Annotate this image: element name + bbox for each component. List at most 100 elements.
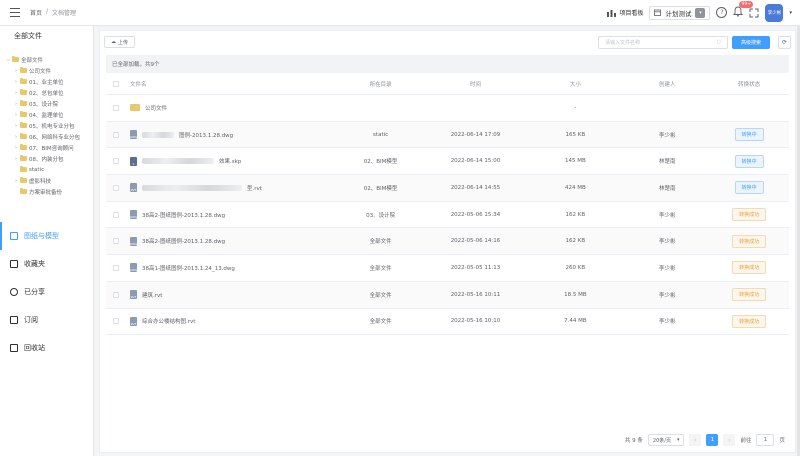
file-name[interactable]: 图例-2013.1.28.dwg <box>179 131 233 139</box>
nav-item-recycle-bin[interactable]: 回收站 <box>0 334 94 362</box>
chevron-right-icon[interactable]: › <box>12 79 20 85</box>
table-row[interactable]: DWG 38高1-图纸图例-2013.1.24_13.dwg 全部文件 2022-… <box>106 255 789 282</box>
tree-item-label: 公司文件 <box>29 68 52 75</box>
row-checkbox[interactable] <box>112 238 119 245</box>
advanced-search-button[interactable]: 高级搜索 <box>732 35 770 49</box>
tree-item-label: 07、BIM咨询顾问 <box>29 145 74 152</box>
project-board-link[interactable]: 项目看板 <box>607 8 643 17</box>
chevron-right-icon[interactable]: › <box>12 112 20 118</box>
plan-select[interactable]: 计划测试 ▾ <box>649 5 711 20</box>
chevron-right-icon[interactable]: › <box>12 156 20 162</box>
search-input[interactable]: 请输入文件名称 ○ <box>598 35 728 49</box>
chevron-right-icon[interactable]: › <box>12 145 20 151</box>
folder-icon <box>20 77 27 84</box>
file-size: - <box>574 104 577 111</box>
table-row[interactable]: DWG 图例-2013.1.28.dwg static 2022-06-14 17… <box>106 121 789 149</box>
chevron-right-icon[interactable]: › <box>12 90 20 96</box>
tree-item-virtual-tech[interactable]: › 虚影科技 <box>0 175 93 186</box>
nav-item-subscribed[interactable]: 订阅 <box>0 306 94 334</box>
tree-item-general-contractor[interactable]: › 02、总包单位 <box>0 87 93 98</box>
row-checkbox[interactable] <box>112 131 119 138</box>
refresh-icon[interactable]: ⟳ <box>778 35 791 49</box>
breadcrumb-home[interactable]: 首页 <box>30 8 42 17</box>
table-header: 文件名 所在目录 时间 大小 创建人 转换状态 <box>106 73 789 95</box>
upload-button[interactable]: ☁ 上传 <box>104 36 136 48</box>
sidebar-title: 全部文件 <box>14 32 42 40</box>
file-name[interactable]: 效果.skp <box>219 157 241 165</box>
nav-item-favorites[interactable]: 收藏夹 <box>0 250 94 278</box>
file-time: 2022-05-16 10:11 <box>450 291 501 298</box>
notification-button[interactable]: 99+ <box>733 1 753 19</box>
prev-page-button[interactable]: ‹ <box>689 434 702 446</box>
tree-item-mep[interactable]: › 05、机电专业分包 <box>0 120 93 131</box>
page-size-select[interactable]: 20条/页 ▾ <box>647 434 685 446</box>
row-checkbox[interactable] <box>112 158 119 165</box>
next-page-button[interactable]: › <box>723 434 736 446</box>
folder-icon <box>20 154 27 161</box>
file-time: 2022-06-14 15:00 <box>450 158 501 165</box>
table-row[interactable]: RVT 建筑.rvt 全部文件 2022-05-16 10:11 18.5 MB … <box>106 281 789 309</box>
chevron-right-icon[interactable]: › <box>12 101 20 107</box>
avatar-dropdown-icon[interactable]: ▾ <box>789 10 792 16</box>
help-icon[interactable]: ? <box>716 7 728 18</box>
redacted-text <box>141 131 174 138</box>
tree-item-label: 03、设计院 <box>29 101 58 108</box>
sidebar-nav: 图纸与模型 收藏夹 已分享 订阅 回收站 <box>0 222 94 362</box>
tree-item-label: 08、内装分包 <box>29 156 64 163</box>
tree-item-network[interactable]: › 06、网络科专业分包 <box>0 131 93 142</box>
file-name[interactable]: 综合办公楼结构图.rvt <box>142 317 195 325</box>
row-checkbox[interactable] <box>112 264 119 271</box>
tree-item-bim-consultant[interactable]: › 07、BIM咨询顾问 <box>0 142 93 153</box>
nav-item-drawings-models[interactable]: 图纸与模型 <box>0 222 94 250</box>
avatar[interactable]: 李少彬 <box>765 3 784 22</box>
row-checkbox[interactable] <box>112 318 119 325</box>
tree-item-design-institute[interactable]: › 03、设计院 <box>0 98 93 109</box>
menu-toggle-icon[interactable] <box>10 7 22 18</box>
file-size: 162 KB <box>565 238 586 245</box>
chevron-right-icon[interactable]: › <box>12 68 20 74</box>
row-checkbox[interactable] <box>112 211 119 218</box>
table-row[interactable]: DWG 38高2-图纸图例-2013.1.28.dwg 全部文件 2022-05-… <box>106 228 789 256</box>
page-number-current[interactable]: 1 <box>706 434 719 446</box>
folder-icon <box>129 103 140 112</box>
table-row[interactable]: RVT 综合办公楼结构图.rvt 全部文件 2022-05-16 10:10 7.… <box>106 309 789 336</box>
chevron-right-icon[interactable]: › <box>12 178 20 184</box>
tree-item-static[interactable]: static <box>0 164 93 175</box>
file-name[interactable]: 建筑.rvt <box>142 291 162 299</box>
select-all-checkbox[interactable] <box>112 80 119 87</box>
tree-root[interactable]: ⌵ 全部文件 <box>0 54 93 65</box>
table-row[interactable]: 公司文件 - <box>106 95 789 122</box>
chevron-down-icon[interactable]: ⌵ <box>4 57 12 63</box>
table-row[interactable]: RVT 型.rvt 02、BIM模型 2022-06-14 14:55 424 M… <box>106 175 789 202</box>
tree-item-label: 方案审批备份 <box>29 189 63 196</box>
tree-item-interior[interactable]: › 08、内装分包 <box>0 153 93 164</box>
chevron-right-icon[interactable]: › <box>12 134 20 140</box>
folder-icon <box>20 66 27 73</box>
upload-icon: ☁ <box>111 39 116 45</box>
tree-item-owner[interactable]: › 01、业主单位 <box>0 76 93 87</box>
fullscreen-icon[interactable] <box>749 8 759 18</box>
column-header-time[interactable]: 时间 <box>426 80 526 88</box>
file-name[interactable]: 38高1-图纸图例-2013.1.24_13.dwg <box>142 264 235 272</box>
tree-item-approval-backup[interactable]: 方案审批备份 <box>0 186 93 197</box>
tree-item-company[interactable]: › 公司文件 <box>0 65 93 76</box>
calendar-icon <box>654 9 662 16</box>
row-checkbox[interactable] <box>112 184 119 191</box>
folder-outline-icon <box>10 260 18 268</box>
tree-item-supervision[interactable]: › 04、监理单位 <box>0 109 93 120</box>
file-name[interactable]: 38高2-图纸图例-2013.1.28.dwg <box>142 237 225 245</box>
file-name[interactable]: 型.rvt <box>247 184 262 192</box>
file-name[interactable]: 公司文件 <box>145 104 167 112</box>
row-checkbox[interactable] <box>112 104 119 111</box>
status-badge: 转换中 <box>734 154 764 168</box>
chevron-right-icon[interactable]: › <box>12 123 20 129</box>
tree-item-label: 虚影科技 <box>29 178 52 185</box>
file-name[interactable]: 38高2-图纸图例-2013.1.28.dwg <box>142 211 225 219</box>
row-checkbox[interactable] <box>112 291 119 298</box>
goto-page-input[interactable]: 1 <box>756 434 775 446</box>
table-row[interactable]: DWG 38高2-图纸图例-2013.1.28.dwg 03、设计院 2022-0… <box>106 202 789 229</box>
nav-item-shared[interactable]: 已分享 <box>0 278 94 306</box>
tree-item-label: 04、监理单位 <box>29 112 64 119</box>
table-row[interactable]: S 效果.skp 02、BIM模型 2022-06-14 15:00 145 MB… <box>106 148 789 176</box>
file-size: 424 MB <box>564 184 586 191</box>
